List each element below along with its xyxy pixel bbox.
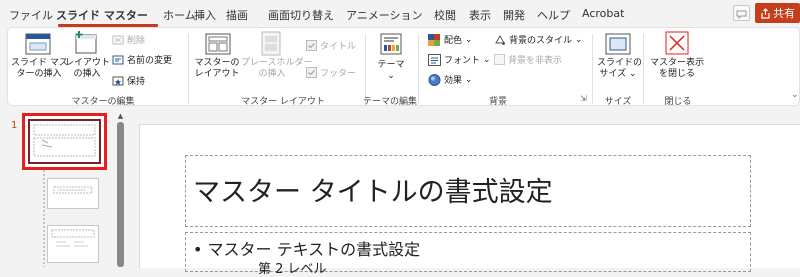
delete-slide-icon bbox=[112, 35, 124, 44]
chevron-down-icon: ⌄ bbox=[465, 74, 473, 85]
preserve-button[interactable]: 保持 bbox=[112, 74, 145, 87]
tab-draw[interactable]: 描画 bbox=[226, 7, 248, 23]
close-master-icon bbox=[665, 31, 689, 55]
slide-size-label: スライドの サイズ ⌄ bbox=[597, 58, 643, 79]
slide-size-icon bbox=[605, 33, 631, 55]
layout-thumbnail[interactable] bbox=[47, 225, 99, 263]
fonts-label: フォント bbox=[444, 56, 481, 66]
effects-icon bbox=[428, 73, 441, 86]
chevron-down-icon: ⌄ bbox=[575, 34, 583, 45]
background-styles-dropdown[interactable]: 背景のスタイル ⌄ bbox=[494, 33, 583, 46]
insert-placeholder-label: プレースホルダー の挿入 bbox=[241, 58, 313, 79]
colors-dropdown[interactable]: 配色 ⌄ bbox=[428, 33, 473, 46]
close-master-label: マスター表示 を閉じる bbox=[649, 58, 704, 79]
share-label: 共有 bbox=[773, 7, 795, 20]
tab-insert[interactable]: 挿入 bbox=[194, 7, 216, 23]
thumbnail-content bbox=[33, 124, 96, 157]
chevron-down-icon: ⌄ bbox=[483, 54, 491, 65]
rename-button[interactable]: 名前の変更 bbox=[112, 53, 172, 66]
group-label-theme-edit: テーマの編集 bbox=[363, 97, 418, 107]
thumbnail-scrollbar[interactable]: ▲ bbox=[117, 112, 124, 267]
ribbon: スライド マス ターの挿入 レイアウト の挿入 削除 名前の変更 保持 マスター… bbox=[7, 27, 800, 107]
thumbnail-tree-line bbox=[43, 170, 45, 267]
effects-label: 効果 bbox=[444, 76, 463, 86]
group-label-size: サイズ bbox=[604, 97, 632, 107]
layout-thumbnail-content bbox=[51, 229, 95, 247]
comments-button[interactable] bbox=[733, 5, 750, 21]
tab-developer[interactable]: 開発 bbox=[503, 7, 525, 23]
colors-label: 配色 bbox=[444, 36, 463, 46]
insert-layout-label: レイアウト の挿入 bbox=[65, 58, 111, 79]
collapse-ribbon-icon[interactable]: ⌄ bbox=[791, 90, 799, 100]
slide-master-icon bbox=[25, 33, 51, 55]
background-style-icon bbox=[495, 34, 505, 45]
group-label-close: 閉じる bbox=[664, 97, 692, 107]
color-palette-icon bbox=[428, 33, 440, 46]
layout-thumbnail-content bbox=[53, 186, 93, 194]
delete-label: 削除 bbox=[127, 36, 146, 46]
title-checkbox-label: タイトル bbox=[320, 42, 357, 52]
tab-view[interactable]: 表示 bbox=[469, 7, 491, 23]
comment-icon bbox=[736, 10, 747, 20]
preserve-icon bbox=[112, 76, 124, 85]
dialog-launcher-icon[interactable]: ⇲ bbox=[580, 94, 587, 103]
theme-icon bbox=[380, 33, 402, 55]
group-label-master-edit: マスターの編集 bbox=[71, 97, 135, 107]
fonts-dropdown[interactable]: フォント ⌄ bbox=[428, 53, 491, 66]
layout-thumbnail[interactable] bbox=[47, 178, 99, 209]
body-level1-text: • マスター テキストの書式設定 bbox=[193, 240, 421, 259]
tab-acrobat[interactable]: Acrobat bbox=[582, 7, 624, 20]
master-thumbnail-preview bbox=[28, 119, 101, 164]
tab-slide-master[interactable]: スライド マスター bbox=[56, 7, 148, 23]
scrollbar-thumb[interactable] bbox=[117, 122, 124, 267]
tab-review[interactable]: 校閲 bbox=[434, 7, 456, 23]
rename-label: 名前の変更 bbox=[127, 56, 173, 66]
ribbon-tab-bar: ファイル スライド マスター ホーム 挿入 描画 画面切り替え アニメーション … bbox=[0, 0, 800, 27]
background-styles-label: 背景のスタイル bbox=[509, 36, 573, 46]
effects-dropdown[interactable]: 効果 ⌄ bbox=[428, 73, 473, 86]
share-icon bbox=[761, 7, 770, 19]
theme-label: テーマ bbox=[377, 60, 405, 70]
tab-transitions[interactable]: 画面切り替え bbox=[268, 7, 334, 23]
tab-help[interactable]: ヘルプ bbox=[537, 7, 570, 23]
group-label-master-layout: マスター レイアウト bbox=[241, 97, 325, 107]
footer-checkbox-label: フッター bbox=[320, 69, 357, 79]
preserve-label: 保持 bbox=[127, 77, 146, 87]
master-layout-label: マスターの レイアウト bbox=[194, 58, 240, 79]
title-checkbox[interactable]: タイトル bbox=[306, 39, 356, 52]
share-button[interactable]: 共有 bbox=[755, 3, 800, 23]
checkbox-unchecked-icon bbox=[494, 54, 505, 65]
rename-icon bbox=[112, 55, 124, 64]
tab-home[interactable]: ホーム bbox=[163, 7, 196, 23]
insert-layout-icon bbox=[75, 31, 97, 54]
scroll-up-icon[interactable]: ▲ bbox=[117, 112, 124, 120]
theme-dropdown-icon: ⌄ bbox=[387, 71, 395, 81]
slide-number: 1 bbox=[11, 120, 18, 131]
group-separator bbox=[643, 34, 644, 104]
hide-background-label: 背景を非表示 bbox=[508, 56, 563, 66]
hide-background-checkbox[interactable]: 背景を非表示 bbox=[494, 53, 562, 66]
insert-slide-master-label: スライド マス ターの挿入 bbox=[11, 58, 68, 79]
tab-animations[interactable]: アニメーション bbox=[346, 7, 423, 23]
placeholder-icon bbox=[261, 31, 281, 56]
master-layout-icon bbox=[205, 33, 231, 55]
group-separator bbox=[592, 34, 593, 104]
group-separator bbox=[418, 34, 419, 104]
slide-title: マスター タイトルの書式設定 bbox=[193, 177, 553, 208]
delete-button[interactable]: 削除 bbox=[112, 33, 145, 46]
group-label-background: 背景 bbox=[488, 97, 507, 107]
chevron-down-icon: ⌄ bbox=[465, 34, 473, 45]
font-icon bbox=[428, 53, 441, 66]
tab-file[interactable]: ファイル bbox=[9, 7, 53, 23]
footer-checkbox[interactable]: フッター bbox=[306, 66, 356, 79]
checkbox-checked-icon bbox=[306, 67, 317, 78]
group-separator bbox=[188, 34, 189, 104]
body-level2-text: 第 2 レベル bbox=[258, 262, 327, 277]
checkbox-checked-icon bbox=[306, 40, 317, 51]
selected-master-thumbnail[interactable] bbox=[22, 113, 107, 170]
